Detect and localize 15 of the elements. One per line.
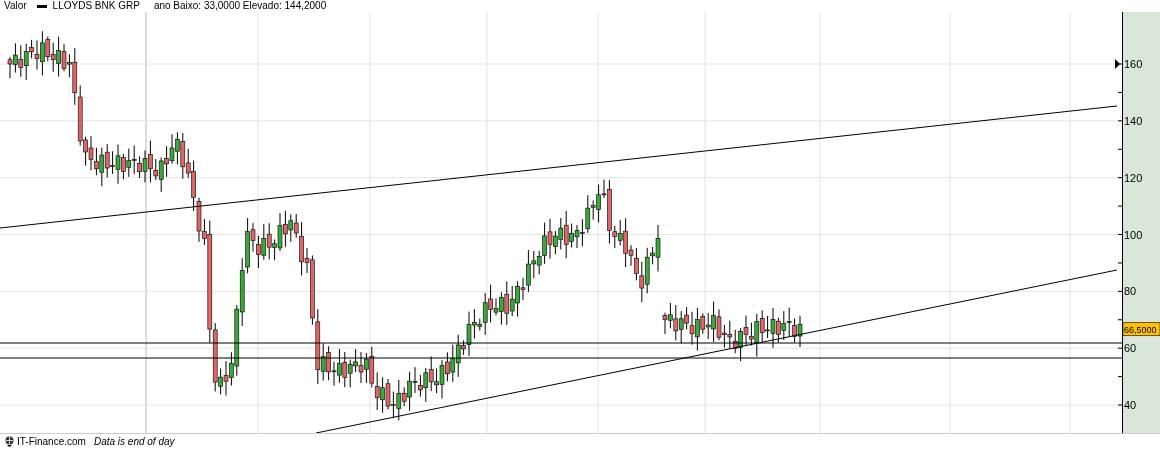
data-note: Data is end of day [93, 436, 175, 447]
axis-label: 60 [1124, 342, 1137, 355]
axis-label: 80 [1124, 285, 1137, 298]
axis-label: 100 [1124, 228, 1143, 241]
legend-swatch-icon [36, 4, 47, 8]
pointer-icon [1115, 59, 1120, 69]
chart-label: Valor [4, 0, 27, 12]
axis-label: 120 [1124, 171, 1143, 184]
axis-label: 140 [1124, 114, 1143, 127]
price-tag: 66,5000 [1122, 322, 1160, 337]
series-name: LLOYDS BNK GRP [52, 0, 140, 12]
axis-label: 160 [1124, 58, 1143, 70]
source-link[interactable]: IT-Finance.com [17, 436, 86, 447]
axis-label: 40 [1124, 399, 1137, 412]
range-text: ano Baixo: 33,0000 Elevado: 144,2000 [153, 0, 327, 12]
